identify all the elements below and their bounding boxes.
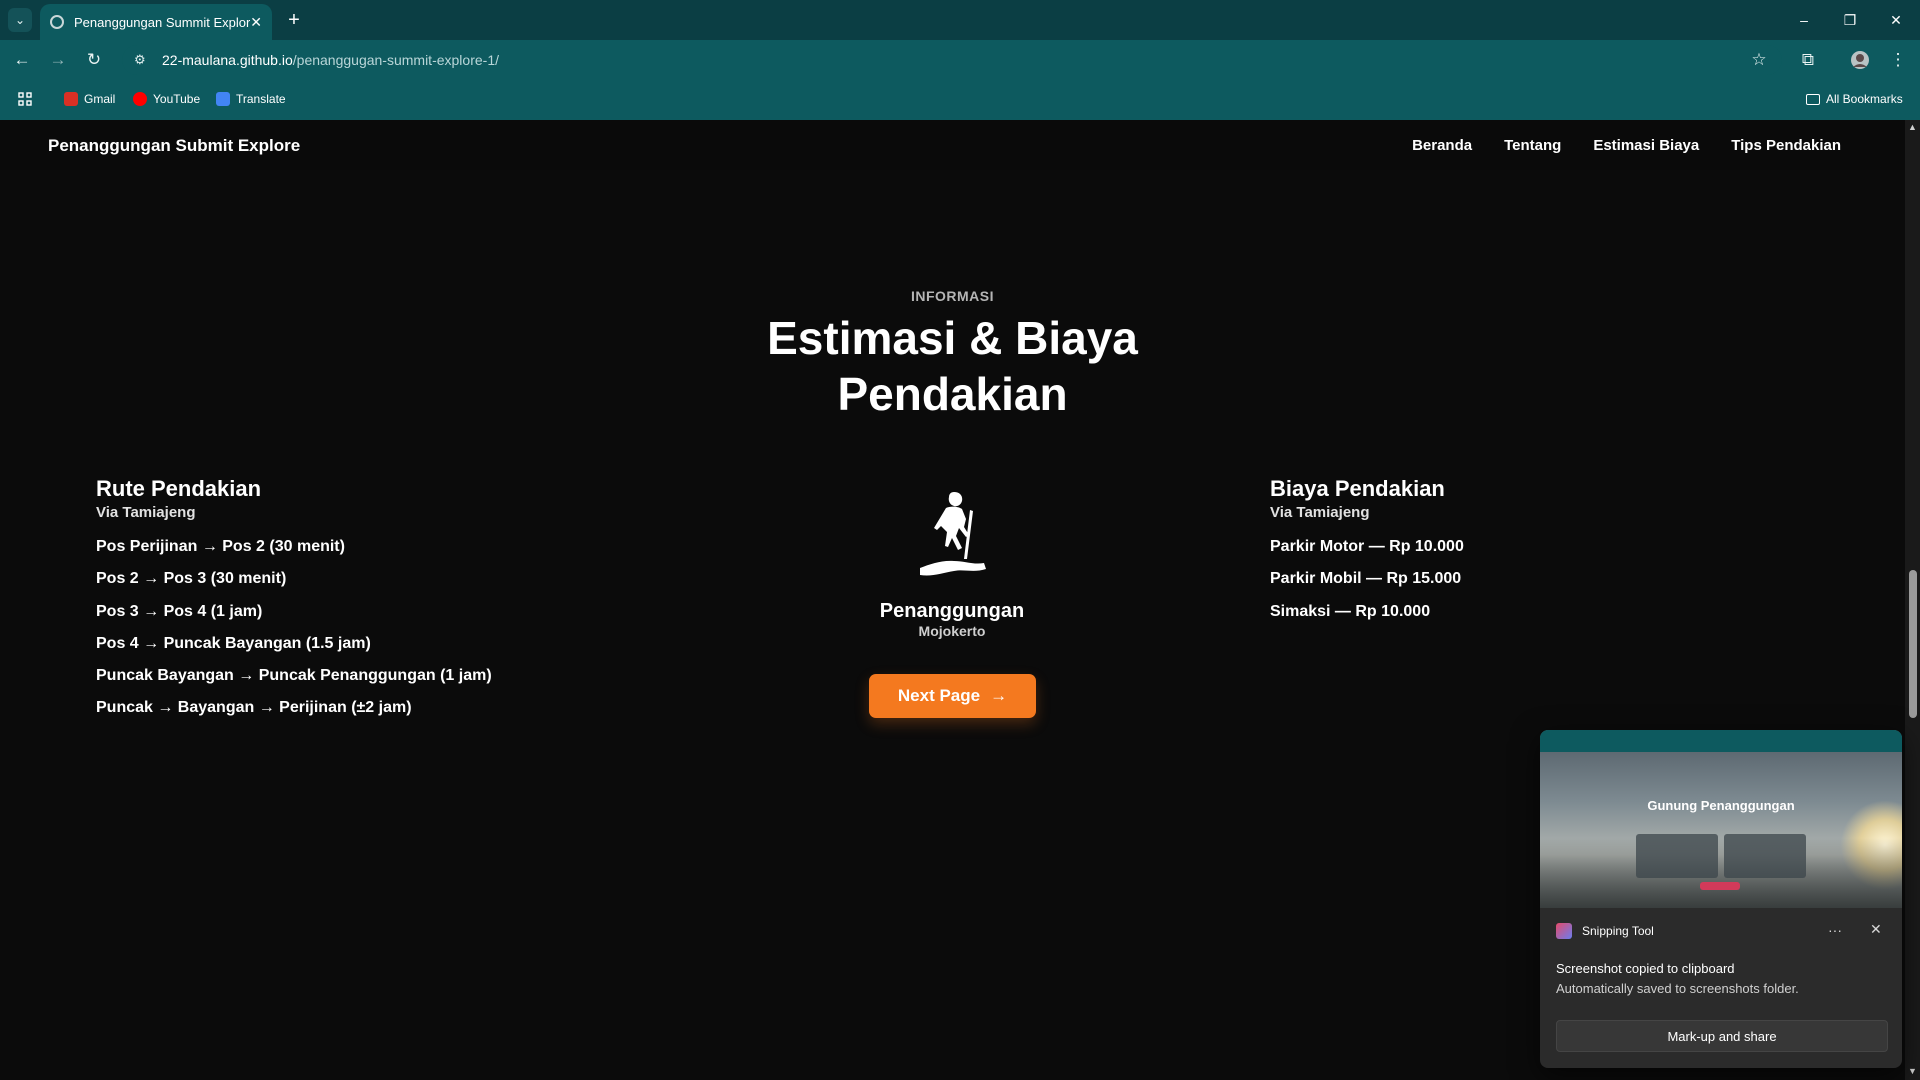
reload-icon[interactable]: ↻ (80, 48, 108, 72)
more-options-icon[interactable]: ··· (1828, 922, 1842, 938)
cost-card: Biaya Pendakian Via Tamiajeng Parkir Mot… (1270, 476, 1670, 628)
bookmark-label: Translate (236, 92, 286, 106)
toast-title: Screenshot copied to clipboard (1556, 961, 1735, 976)
thumbnail-trees (1540, 838, 1902, 908)
cost-subtitle: Via Tamiajeng (1270, 504, 1370, 521)
bookmark-star-icon[interactable]: ☆ (1745, 48, 1773, 72)
list-item: Parkir Mobil — Rp 15.000 (1270, 570, 1462, 588)
mountain-card: Penanggungan Mojokerto (802, 490, 1102, 639)
snipping-tool-notification: Gunung Penanggungan Snipping Tool ··· ✕ … (1540, 730, 1902, 1068)
markup-share-button[interactable]: Mark-up and share (1556, 1020, 1888, 1052)
arrow-right-icon: → (990, 686, 1008, 705)
youtube-icon (133, 92, 147, 106)
list-item: Pos 2 → Pos 3 (30 menit) (96, 570, 287, 588)
page-scrollbar[interactable]: ▲ ▼ (1905, 120, 1920, 1080)
menu-kebab-icon[interactable]: ⋮ (1884, 48, 1912, 72)
new-tab-button[interactable]: + (282, 8, 306, 32)
toast-body: Automatically saved to screenshots folde… (1556, 981, 1799, 996)
gmail-icon (64, 92, 78, 106)
mountain-location: Mojokerto (918, 623, 986, 639)
list-item: Parkir Motor — Rp 10.000 (1270, 538, 1464, 555)
thumbnail-title: Gunung Penanggungan (1647, 798, 1795, 813)
nav-link-beranda[interactable]: Beranda (1412, 137, 1472, 154)
section-heading: Estimasi & Biaya Pendakian (0, 310, 1905, 422)
toast-app-name: Snipping Tool (1582, 924, 1654, 938)
site-navbar: Penanggungan Submit Explore Beranda Tent… (0, 120, 1905, 170)
close-icon[interactable]: ✕ (1870, 921, 1882, 938)
forward-icon[interactable]: → (44, 48, 72, 72)
back-icon[interactable]: ← (8, 48, 36, 72)
mountain-name: Penanggungan (879, 600, 1025, 622)
url-domain: 22-maulana.github.io (162, 52, 293, 68)
bookmark-translate[interactable]: Translate (216, 92, 286, 106)
nav-link-tips-pendakian[interactable]: Tips Pendakian (1731, 137, 1841, 154)
list-item: Simaksi — Rp 10.000 (1270, 602, 1431, 620)
bookmark-youtube[interactable]: YouTube (133, 92, 200, 106)
heading-line-1: Estimasi & Biaya (767, 312, 1138, 364)
thumbnail-button (1700, 882, 1740, 890)
toast-header: Snipping Tool (1556, 923, 1654, 939)
chevron-down-icon[interactable]: ⌄ (8, 8, 32, 32)
all-bookmarks-label: All Bookmarks (1826, 92, 1903, 106)
bookmark-label: Gmail (84, 92, 116, 106)
thumbnail-card (1636, 834, 1718, 878)
hiker-icon (920, 492, 986, 576)
extensions-icon[interactable]: ⧉ (1794, 48, 1822, 72)
route-subtitle: Via Tamiajeng (96, 504, 196, 521)
profile-avatar[interactable] (1846, 48, 1874, 72)
scroll-up-icon[interactable]: ▲ (1908, 122, 1917, 132)
tab-bar: ⌄ Penanggungan Summit Explore ✕ + – ❐ ✕ (0, 0, 1920, 40)
nav-link-estimasi-biaya[interactable]: Estimasi Biaya (1593, 137, 1699, 154)
thumbnail-card (1724, 834, 1806, 878)
url-path: /penanggugan-summit-explore-1/ (292, 52, 499, 68)
list-item: Puncak Bayangan → Puncak Penanggungan (1… (96, 667, 492, 685)
all-bookmarks[interactable]: All Bookmarks (1806, 92, 1903, 106)
tab-title: Penanggungan Summit Explore (74, 14, 251, 30)
nav-link-tentang[interactable]: Tentang (1504, 137, 1561, 154)
active-tab[interactable]: Penanggungan Summit Explore ✕ (40, 4, 272, 40)
nav-menu: Beranda Tentang Estimasi Biaya Tips Pend… (1412, 137, 1841, 154)
route-list: Pos Perijinan → Pos 2 (30 menit) Pos 2 →… (96, 531, 616, 725)
cost-title: Biaya Pendakian (1270, 476, 1445, 501)
list-item: Pos Perijinan → Pos 2 (30 menit) (96, 538, 345, 555)
list-item: Pos 3 → Pos 4 (1 jam) (96, 602, 263, 620)
next-page-button[interactable]: Next Page → (869, 674, 1036, 718)
scroll-down-icon[interactable]: ▼ (1908, 1066, 1917, 1076)
bookmarks-bar: Gmail YouTube Translate All Bookmarks (0, 80, 1920, 120)
thumbnail-browser-bar (1540, 730, 1902, 752)
minimize-button[interactable]: – (1790, 8, 1818, 32)
folder-icon (1806, 93, 1820, 105)
screenshot-thumbnail[interactable]: Gunung Penanggungan (1540, 730, 1902, 908)
section-eyebrow: INFORMASI (910, 288, 995, 304)
site-brand[interactable]: Penanggungan Submit Explore (48, 136, 300, 156)
translate-icon (216, 92, 230, 106)
list-item: Puncak → Bayangan → Perijinan (±2 jam) (96, 699, 412, 717)
restore-button[interactable]: ❐ (1836, 8, 1864, 32)
address-bar: ← → ↻ ⚙ 22-maulana.github.io/penanggugan… (0, 40, 1920, 80)
url-input[interactable]: ⚙ 22-maulana.github.io/penanggugan-summi… (122, 45, 1782, 75)
avatar-icon (1851, 51, 1869, 69)
cost-list: Parkir Motor — Rp 10.000 Parkir Mobil — … (1270, 531, 1670, 628)
apps-grid-icon[interactable] (18, 92, 32, 106)
next-page-label: Next Page (897, 686, 981, 705)
route-card: Rute Pendakian Via Tamiajeng Pos Perijin… (96, 476, 616, 725)
list-item: Pos 4 → Puncak Bayangan (1.5 jam) (96, 634, 371, 652)
snipping-tool-icon (1556, 923, 1572, 939)
bookmark-gmail[interactable]: Gmail (64, 92, 115, 106)
scroll-thumb[interactable] (1909, 570, 1917, 718)
route-title: Rute Pendakian (96, 476, 262, 501)
heading-line-2: Pendakian (837, 368, 1068, 420)
bookmark-label: YouTube (153, 92, 201, 106)
globe-icon (50, 15, 64, 29)
close-tab-icon[interactable]: ✕ (250, 14, 262, 31)
site-info-icon[interactable]: ⚙ (134, 52, 148, 68)
close-window-button[interactable]: ✕ (1882, 8, 1910, 32)
